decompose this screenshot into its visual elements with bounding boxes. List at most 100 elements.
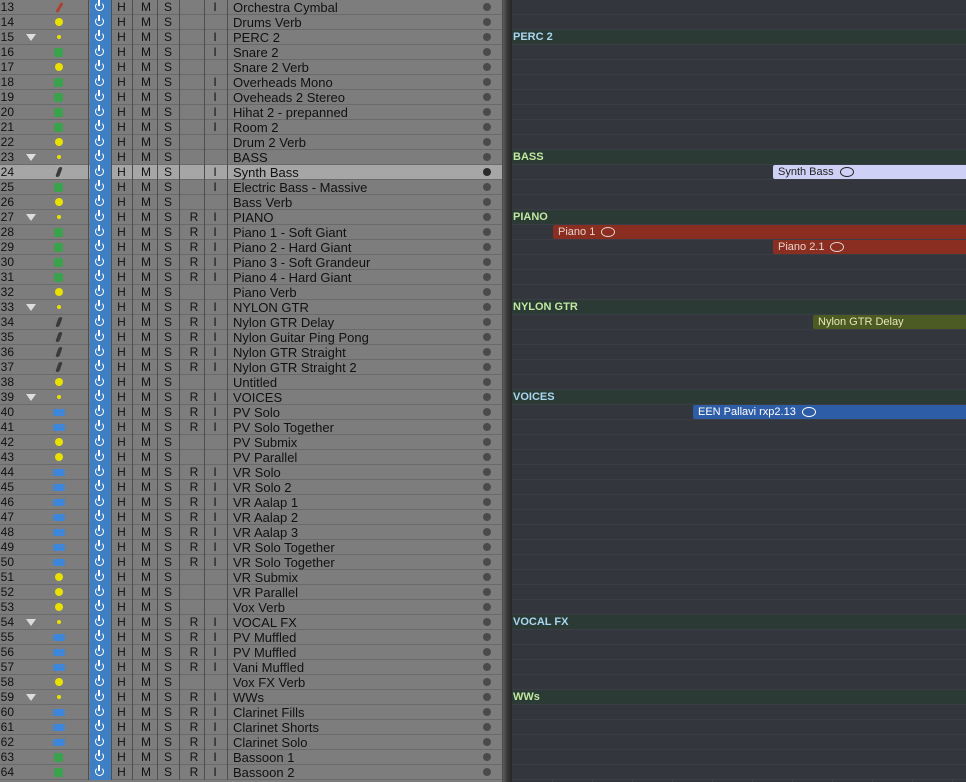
input-monitor-button[interactable]: I	[206, 0, 224, 15]
hide-button[interactable]: H	[111, 15, 132, 30]
solo-button[interactable]: S	[158, 495, 178, 510]
mute-button[interactable]: M	[136, 750, 156, 765]
track-color-dot[interactable]	[483, 153, 491, 161]
track-name[interactable]: Orchestra Cymbal	[233, 0, 473, 15]
mute-button[interactable]: M	[136, 330, 156, 345]
mute-button[interactable]: M	[136, 75, 156, 90]
track-name[interactable]: BASS	[233, 150, 473, 165]
track-name[interactable]: Piano 4 - Hard Giant	[233, 270, 473, 285]
input-monitor-button[interactable]: I	[206, 240, 224, 255]
input-monitor-button[interactable]: I	[206, 30, 224, 45]
mute-button[interactable]: M	[136, 405, 156, 420]
track-row-49[interactable]: 49 H M S R I VR Solo Together	[0, 540, 502, 555]
hide-button[interactable]: H	[111, 360, 132, 375]
track-row-33[interactable]: 33 H M S R I NYLON GTR	[0, 300, 502, 315]
mute-button[interactable]: M	[136, 495, 156, 510]
track-color-dot[interactable]	[483, 453, 491, 461]
input-monitor-button[interactable]: I	[206, 300, 224, 315]
record-enable-button[interactable]: R	[184, 480, 204, 495]
track-name[interactable]: PV Submix	[233, 435, 473, 450]
mute-button[interactable]: M	[136, 510, 156, 525]
track-name[interactable]: PIANO	[233, 210, 473, 225]
hide-button[interactable]: H	[111, 735, 132, 750]
hide-button[interactable]: H	[111, 465, 132, 480]
arrange-lane-37[interactable]	[512, 360, 966, 375]
arrange-lane-22[interactable]	[512, 135, 966, 150]
disclosure-triangle-icon[interactable]	[26, 619, 36, 626]
hide-button[interactable]: H	[111, 375, 132, 390]
input-monitor-button[interactable]: I	[206, 495, 224, 510]
arrange-lane-53[interactable]	[512, 600, 966, 615]
arrange-lane-31[interactable]	[512, 270, 966, 285]
input-monitor-button[interactable]: I	[206, 165, 224, 180]
mute-button[interactable]: M	[136, 210, 156, 225]
mute-button[interactable]: M	[136, 135, 156, 150]
track-name[interactable]: Nylon Guitar Ping Pong	[233, 330, 473, 345]
track-color-dot[interactable]	[483, 18, 491, 26]
track-name[interactable]: Vox Verb	[233, 600, 473, 615]
hide-button[interactable]: H	[111, 570, 132, 585]
arrange-lane-56[interactable]	[512, 645, 966, 660]
record-enable-button[interactable]: R	[184, 405, 204, 420]
track-name[interactable]: Piano 1 - Soft Giant	[233, 225, 473, 240]
input-monitor-button[interactable]: I	[206, 540, 224, 555]
hide-button[interactable]: H	[111, 390, 132, 405]
arrange-lane-25[interactable]	[512, 180, 966, 195]
mute-button[interactable]: M	[136, 570, 156, 585]
mute-button[interactable]: M	[136, 270, 156, 285]
disclosure-triangle-icon[interactable]	[26, 34, 36, 41]
hide-button[interactable]: H	[111, 75, 132, 90]
arrange-lane-23[interactable]	[512, 150, 966, 165]
hide-button[interactable]: H	[111, 405, 132, 420]
track-name[interactable]: VOICES	[233, 390, 473, 405]
arrange-lane-39[interactable]	[512, 390, 966, 405]
track-row-51[interactable]: 51 H M S VR Submix	[0, 570, 502, 585]
track-row-35[interactable]: 35 H M S R I Nylon Guitar Ping Pong	[0, 330, 502, 345]
record-enable-button[interactable]: R	[184, 690, 204, 705]
record-enable-button[interactable]: R	[184, 240, 204, 255]
record-enable-button[interactable]: R	[184, 525, 204, 540]
arrange-lane-47[interactable]	[512, 510, 966, 525]
track-name[interactable]: Bassoon 1	[233, 750, 473, 765]
mute-button[interactable]: M	[136, 315, 156, 330]
hide-button[interactable]: H	[111, 180, 132, 195]
track-color-dot[interactable]	[483, 348, 491, 356]
record-enable-button[interactable]: R	[184, 735, 204, 750]
disclosure-triangle-icon[interactable]	[26, 154, 36, 161]
hide-button[interactable]: H	[111, 555, 132, 570]
mute-button[interactable]: M	[136, 180, 156, 195]
track-name[interactable]: PV Solo	[233, 405, 473, 420]
mute-button[interactable]: M	[136, 285, 156, 300]
mute-button[interactable]: M	[136, 540, 156, 555]
input-monitor-button[interactable]: I	[206, 615, 224, 630]
solo-button[interactable]: S	[158, 750, 178, 765]
arrange-lane-15[interactable]	[512, 30, 966, 45]
hide-button[interactable]: H	[111, 225, 132, 240]
arrange-lane-46[interactable]	[512, 495, 966, 510]
track-row-37[interactable]: 37 H M S R I Nylon GTR Straight 2	[0, 360, 502, 375]
solo-button[interactable]: S	[158, 405, 178, 420]
input-monitor-button[interactable]: I	[206, 510, 224, 525]
record-enable-button[interactable]: R	[184, 705, 204, 720]
input-monitor-button[interactable]: I	[206, 525, 224, 540]
record-enable-button[interactable]: R	[184, 615, 204, 630]
region[interactable]: Nylon GTR Delay	[813, 315, 966, 329]
track-color-dot[interactable]	[483, 303, 491, 311]
track-color-dot[interactable]	[483, 363, 491, 371]
track-row-64[interactable]: 64 H M S R I Bassoon 2	[0, 765, 502, 780]
hide-button[interactable]: H	[111, 135, 132, 150]
arrange-lane-20[interactable]	[512, 105, 966, 120]
track-name[interactable]: PV Muffled	[233, 630, 473, 645]
mute-button[interactable]: M	[136, 555, 156, 570]
track-row-26[interactable]: 26 H M S Bass Verb	[0, 195, 502, 210]
mute-button[interactable]: M	[136, 480, 156, 495]
track-row-55[interactable]: 55 H M S R I PV Muffled	[0, 630, 502, 645]
track-row-32[interactable]: 32 H M S Piano Verb	[0, 285, 502, 300]
mute-button[interactable]: M	[136, 765, 156, 780]
track-row-59[interactable]: 59 H M S R I WWs	[0, 690, 502, 705]
track-row-56[interactable]: 56 H M S R I PV Muffled	[0, 645, 502, 660]
track-name[interactable]: VR Parallel	[233, 585, 473, 600]
solo-button[interactable]: S	[158, 360, 178, 375]
hide-button[interactable]: H	[111, 0, 132, 15]
solo-button[interactable]: S	[158, 210, 178, 225]
